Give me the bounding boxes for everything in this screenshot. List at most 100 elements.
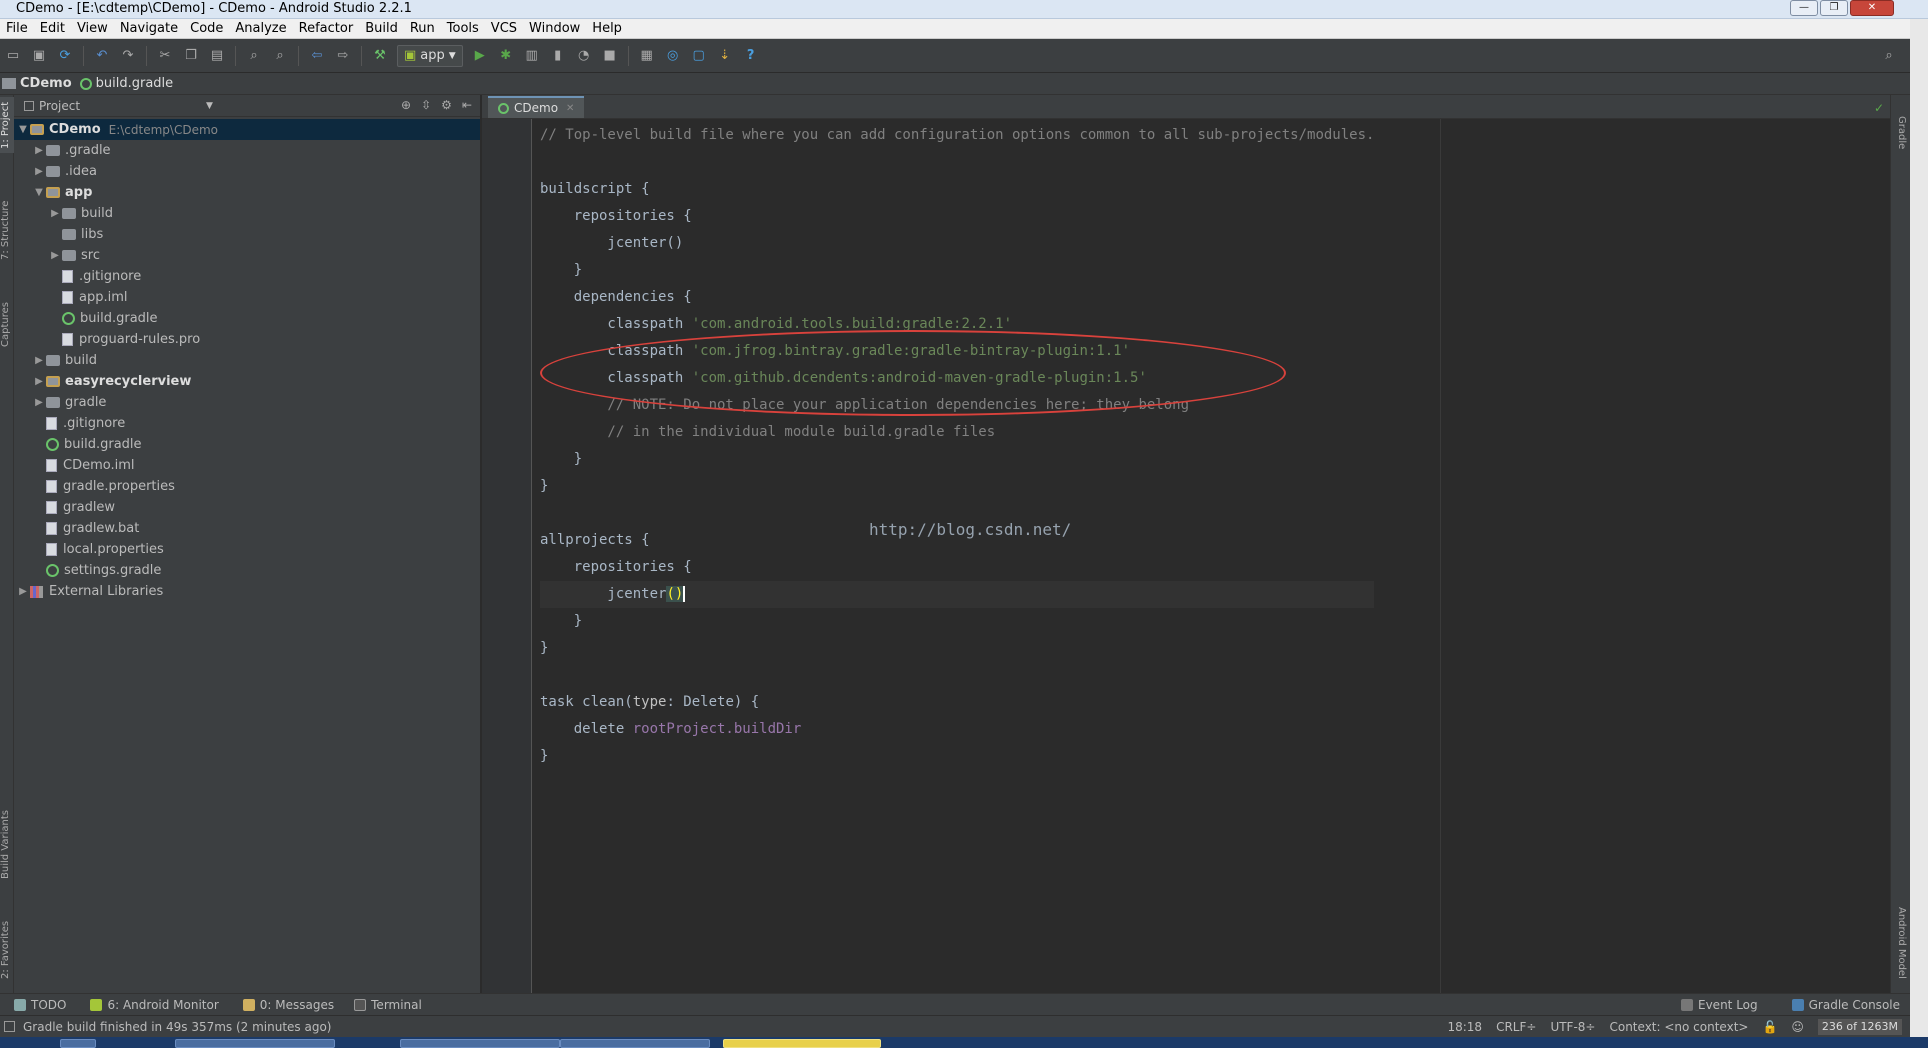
project-structure-icon[interactable]: ▢ (689, 46, 709, 66)
run-config-select[interactable]: ▣ app ▼ (397, 44, 463, 67)
menu-navigate[interactable]: Navigate (114, 21, 184, 36)
chevron-right-icon[interactable]: ▶ (32, 145, 46, 156)
file-encoding[interactable]: UTF-8÷ (1550, 1020, 1595, 1034)
taskbar-item[interactable] (60, 1039, 96, 1048)
tree-node[interactable]: local.properties (14, 539, 480, 560)
code-line[interactable]: classpath 'com.github.dcendents:android-… (540, 365, 1374, 392)
back-icon[interactable]: ⇦ (307, 46, 327, 66)
code-line[interactable]: dependencies { (540, 284, 1374, 311)
menu-build[interactable]: Build (359, 21, 404, 36)
code-line[interactable]: // in the individual module build.gradle… (540, 419, 1374, 446)
open-folder-icon[interactable]: ▭ (3, 46, 23, 66)
tree-node[interactable]: ▶ gradle (14, 392, 480, 413)
breadcrumb-file[interactable]: build.gradle (96, 76, 174, 91)
code-line[interactable]: buildscript { (540, 176, 1374, 203)
code-line[interactable]: jcenter() (540, 230, 1374, 257)
tab-gradle[interactable]: Gradle (1893, 103, 1907, 163)
close-button[interactable]: ✕ (1850, 0, 1894, 16)
tab-structure[interactable]: 7: Structure (0, 195, 14, 265)
code-line[interactable]: } (540, 446, 1374, 473)
sync-icon[interactable]: ⟳ (55, 46, 75, 66)
tab-project[interactable]: 1: Project (0, 97, 14, 153)
tab-build-variants[interactable]: Build Variants (0, 805, 14, 885)
code-line[interactable]: // NOTE: Do not place your application d… (540, 392, 1374, 419)
collapse-all-icon[interactable]: ⇳ (421, 98, 431, 112)
toggle-tool-windows-icon[interactable] (4, 1021, 15, 1032)
find-icon[interactable]: ⌕ (244, 46, 264, 66)
code-line[interactable] (540, 149, 1374, 176)
tree-node[interactable]: ▶ build (14, 350, 480, 371)
code-editor[interactable]: // Top-level build file where you can ad… (540, 122, 1375, 770)
tree-node[interactable]: build.gradle (14, 434, 480, 455)
tree-node[interactable]: proguard-rules.pro (14, 329, 480, 350)
paste-icon[interactable]: ▤ (207, 46, 227, 66)
profile-icon[interactable]: ▮ (548, 46, 568, 66)
code-line[interactable]: } (540, 635, 1374, 662)
lock-icon[interactable]: 🔓 (1762, 1020, 1777, 1034)
chevron-right-icon[interactable]: ▶ (32, 376, 46, 387)
chevron-down-icon[interactable]: ▼ (206, 101, 213, 111)
coverage-icon[interactable]: ◔ (574, 46, 594, 66)
tab-favorites[interactable]: 2: Favorites (0, 915, 14, 985)
menu-help[interactable]: Help (586, 21, 628, 36)
chevron-right-icon[interactable]: ▶ (32, 355, 46, 366)
undo-icon[interactable]: ↶ (92, 46, 112, 66)
menu-file[interactable]: File (0, 21, 34, 36)
code-line[interactable]: } (540, 473, 1374, 500)
line-separator[interactable]: CRLF÷ (1496, 1020, 1536, 1034)
tree-node[interactable]: gradle.properties (14, 476, 480, 497)
tree-node[interactable]: .gitignore (14, 413, 480, 434)
gear-icon[interactable]: ⚙ (441, 98, 452, 112)
chevron-down-icon[interactable]: ▼ (16, 124, 30, 135)
menu-run[interactable]: Run (404, 21, 441, 36)
replace-icon[interactable]: ⌕ (270, 46, 290, 66)
tree-node[interactable]: ▶ .idea (14, 161, 480, 182)
status-message[interactable]: Gradle build finished in 49s 357ms (2 mi… (23, 1020, 332, 1034)
tree-node[interactable]: ▶ External Libraries (14, 581, 480, 602)
tree-node[interactable]: ▶ easyrecyclerview (14, 371, 480, 392)
hide-panel-icon[interactable]: ⇤ (462, 98, 472, 112)
save-icon[interactable]: ▣ (29, 46, 49, 66)
taskbar-item[interactable] (175, 1039, 335, 1048)
debug-icon[interactable]: ✱ (496, 46, 516, 66)
gradle-console-tab[interactable]: Gradle Console (1791, 998, 1900, 1012)
tab-android-model[interactable]: Android Model (1893, 895, 1907, 990)
code-line[interactable]: repositories { (540, 554, 1374, 581)
tree-node[interactable]: build.gradle (14, 308, 480, 329)
tree-node[interactable]: settings.gradle (14, 560, 480, 581)
sync-gradle-icon[interactable]: ◎ (663, 46, 683, 66)
code-line[interactable]: task clean(type: Delete) { (540, 689, 1374, 716)
tree-node[interactable]: gradlew (14, 497, 480, 518)
copy-icon[interactable]: ❐ (181, 46, 201, 66)
code-line[interactable]: // Top-level build file where you can ad… (540, 122, 1374, 149)
chevron-right-icon[interactable]: ▶ (16, 586, 30, 597)
tree-node[interactable]: ▼ CDemo E:\cdtemp\CDemo (14, 119, 480, 140)
menu-analyze[interactable]: Analyze (229, 21, 292, 36)
menu-tools[interactable]: Tools (441, 21, 485, 36)
maximize-button[interactable]: ❐ (1820, 0, 1848, 16)
code-line[interactable]: delete rootProject.buildDir (540, 716, 1374, 743)
taskbar-item-active[interactable] (723, 1039, 881, 1048)
menu-vcs[interactable]: VCS (485, 21, 523, 36)
chevron-right-icon[interactable]: ▶ (48, 250, 62, 261)
help-icon[interactable]: ? (741, 46, 761, 66)
messages-tab[interactable]: 0: Messages (242, 998, 334, 1012)
avd-manager-icon[interactable]: ▦ (637, 46, 657, 66)
memory-indicator[interactable]: 236 of 1263M (1817, 1018, 1902, 1035)
terminal-tab[interactable]: Terminal (354, 998, 422, 1012)
chevron-right-icon[interactable]: ▶ (48, 208, 62, 219)
tree-node[interactable]: ▶ src (14, 245, 480, 266)
tree-node[interactable]: CDemo.iml (14, 455, 480, 476)
chevron-down-icon[interactable]: ▼ (32, 187, 46, 198)
code-line[interactable]: } (540, 608, 1374, 635)
project-view-select[interactable]: Project (39, 99, 80, 113)
menu-view[interactable]: View (71, 21, 114, 36)
scroll-from-source-icon[interactable]: ⊕ (401, 98, 411, 112)
hector-icon[interactable]: ☺ (1791, 1020, 1804, 1034)
forward-icon[interactable]: ⇨ (333, 46, 353, 66)
event-log-tab[interactable]: Event Log (1681, 998, 1758, 1012)
menu-edit[interactable]: Edit (34, 21, 71, 36)
caret-position[interactable]: 18:18 (1447, 1020, 1482, 1034)
tree-node[interactable]: libs (14, 224, 480, 245)
code-line[interactable]: classpath 'com.jfrog.bintray.gradle:grad… (540, 338, 1374, 365)
